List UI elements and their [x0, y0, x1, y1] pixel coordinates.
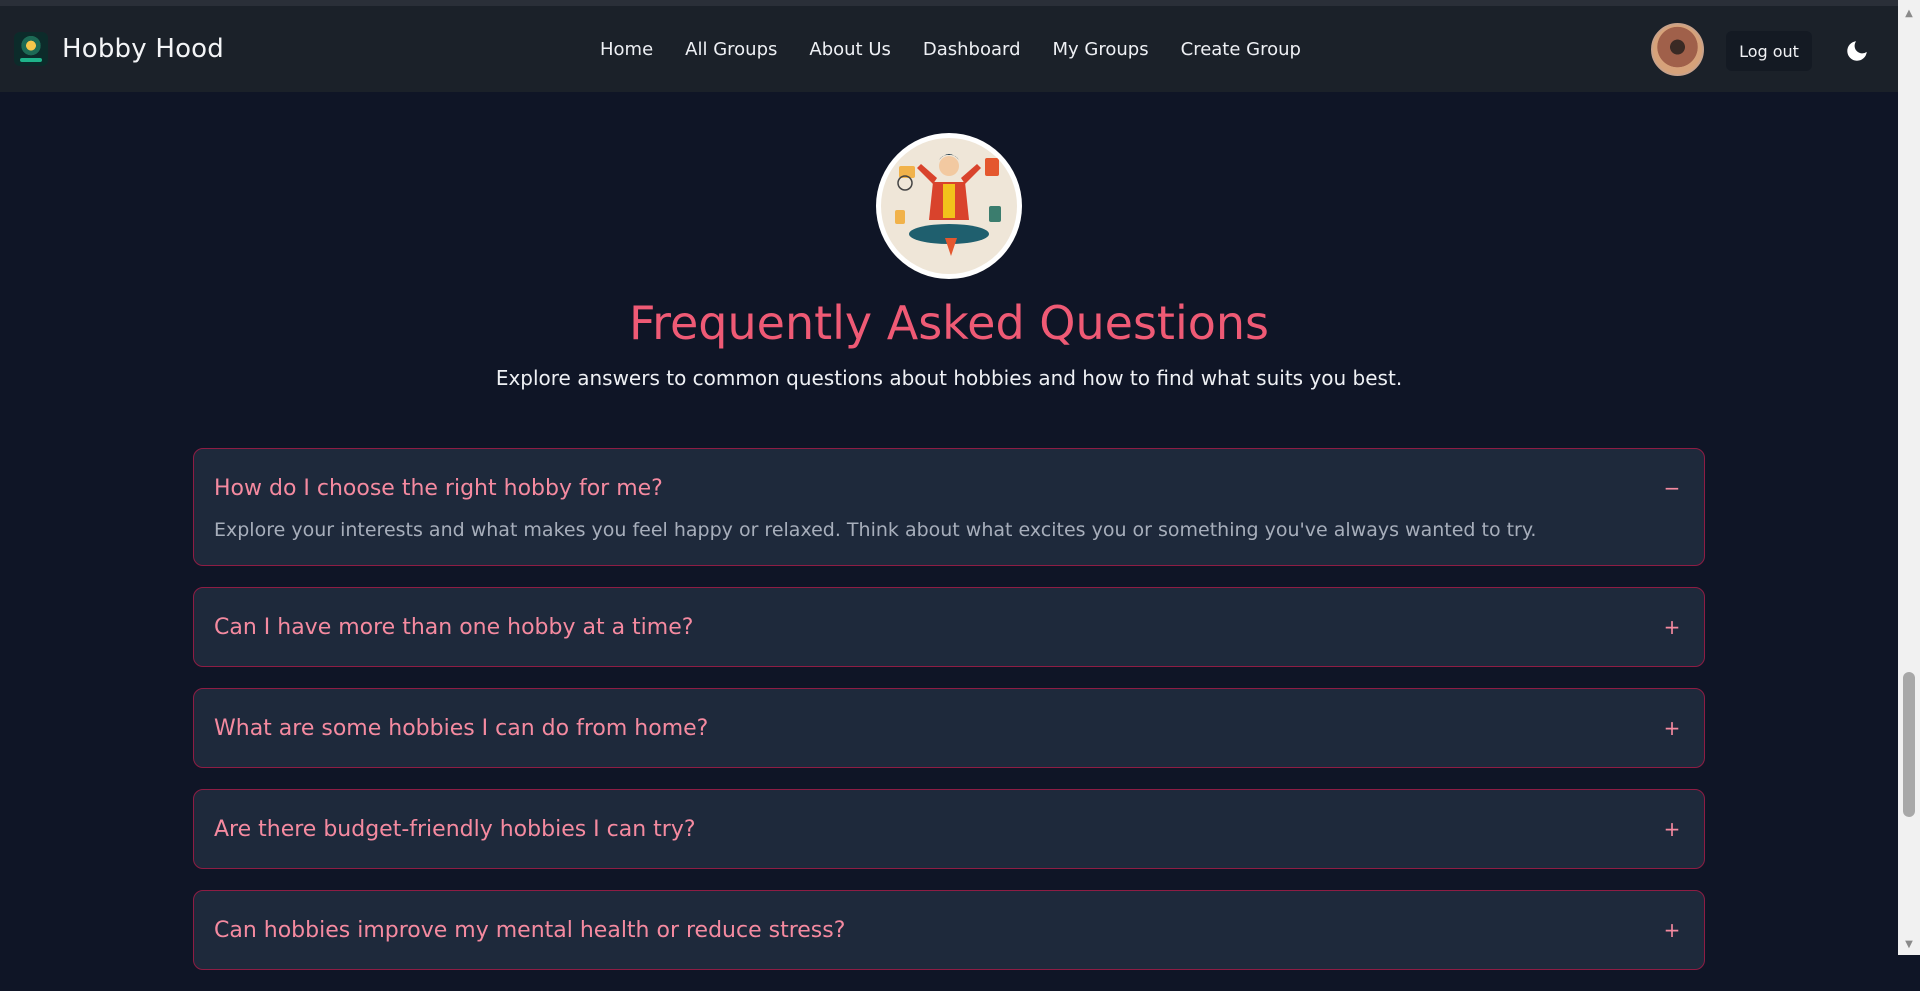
faq-hero-image: [876, 133, 1022, 279]
faq-question-row[interactable]: What are some hobbies I can do from home…: [194, 689, 1704, 767]
hobby-illustration: [881, 138, 1017, 274]
faq-question: Can hobbies improve my mental health or …: [214, 917, 846, 943]
faq-question-row[interactable]: Can I have more than one hobby at a time…: [194, 588, 1704, 666]
faq-question: Are there budget-friendly hobbies I can …: [214, 816, 696, 842]
plus-icon[interactable]: +: [1662, 918, 1682, 942]
faq-item[interactable]: What are some hobbies I can do from home…: [193, 688, 1705, 768]
navbar: Hobby Hood Home All Groups About Us Dash…: [0, 6, 1898, 92]
faq-subtitle: Explore answers to common questions abou…: [495, 366, 1403, 390]
nav-link-all-groups[interactable]: All Groups: [685, 39, 777, 60]
plus-icon[interactable]: +: [1662, 817, 1682, 841]
nav-link-home[interactable]: Home: [600, 39, 653, 60]
faq-item[interactable]: Can hobbies improve my mental health or …: [193, 890, 1705, 970]
hobby-hood-logo-icon: [14, 32, 48, 66]
faq-question: How do I choose the right hobby for me?: [214, 475, 663, 501]
person-meditating-illustration: [895, 154, 1001, 256]
faq-answer: Explore your interests and what makes yo…: [214, 519, 1537, 541]
faq-question-row[interactable]: How do I choose the right hobby for me? …: [194, 449, 1704, 527]
scroll-up-arrow-icon[interactable]: ▲: [1898, 4, 1920, 22]
logout-button[interactable]: Log out: [1726, 31, 1812, 71]
faq-title: Frequently Asked Questions: [628, 296, 1270, 350]
page-scrollbar[interactable]: ▲ ▼: [1898, 0, 1920, 955]
nav-links: Home All Groups About Us Dashboard My Gr…: [600, 6, 1301, 92]
faq-accordion: How do I choose the right hobby for me? …: [193, 448, 1705, 991]
nav-link-about-us[interactable]: About Us: [809, 39, 891, 60]
faq-item[interactable]: Are there budget-friendly hobbies I can …: [193, 789, 1705, 869]
nav-link-my-groups[interactable]: My Groups: [1053, 39, 1149, 60]
scrollbar-thumb[interactable]: [1903, 672, 1915, 817]
minus-icon[interactable]: −: [1662, 476, 1682, 500]
faq-item[interactable]: Can I have more than one hobby at a time…: [193, 587, 1705, 667]
faq-item[interactable]: How do I choose the right hobby for me? …: [193, 448, 1705, 566]
brand-name: Hobby Hood: [62, 34, 224, 64]
faq-question: What are some hobbies I can do from home…: [214, 715, 709, 741]
nav-link-create-group[interactable]: Create Group: [1181, 39, 1301, 60]
plus-icon[interactable]: +: [1662, 615, 1682, 639]
user-avatar[interactable]: [1651, 23, 1704, 76]
faq-question: Can I have more than one hobby at a time…: [214, 614, 694, 640]
faq-question-row[interactable]: Can hobbies improve my mental health or …: [194, 891, 1704, 969]
nav-link-dashboard[interactable]: Dashboard: [923, 39, 1021, 60]
plus-icon[interactable]: +: [1662, 716, 1682, 740]
brand[interactable]: Hobby Hood: [14, 6, 224, 92]
faq-question-row[interactable]: Are there budget-friendly hobbies I can …: [194, 790, 1704, 868]
moon-icon[interactable]: [1844, 38, 1870, 64]
scroll-down-arrow-icon[interactable]: ▼: [1898, 935, 1920, 953]
